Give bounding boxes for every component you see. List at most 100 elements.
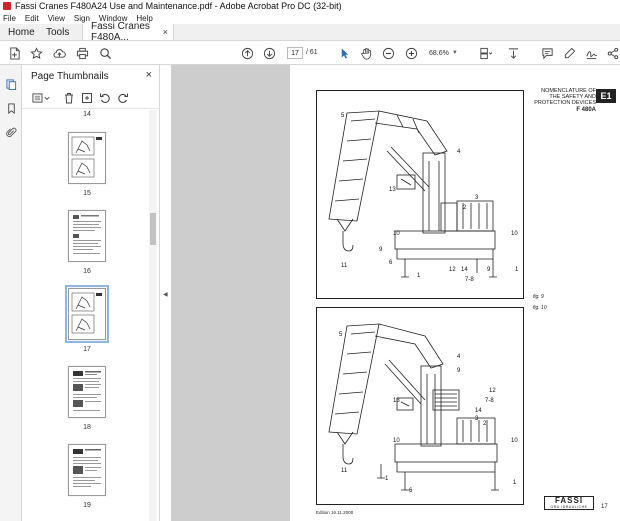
- callout-label: 4: [457, 149, 461, 155]
- highlight-pen-icon[interactable]: [562, 46, 576, 60]
- delete-trash-icon[interactable]: [62, 91, 76, 105]
- select-cursor-icon[interactable]: [337, 46, 351, 60]
- window-title: Fassi Cranes F480A24 Use and Maintenance…: [15, 1, 342, 11]
- callout-label: 14: [461, 267, 468, 273]
- rotate-left-icon[interactable]: [98, 91, 112, 105]
- thumbnail-label: 16: [83, 268, 91, 275]
- figure-caption: fig. 9: [533, 294, 544, 300]
- thumbnail-list: 14 15 16 17 18 19: [22, 110, 150, 521]
- sign-icon[interactable]: [584, 46, 598, 60]
- comment-icon[interactable]: [540, 46, 554, 60]
- page-thumbnails-icon[interactable]: [4, 77, 18, 91]
- callout-label: 13: [389, 187, 396, 193]
- menu-sign[interactable]: Sign: [74, 14, 90, 23]
- fassi-logo: FASSI GRU IDRAULICHE: [544, 496, 594, 510]
- callout-label: 11: [341, 263, 348, 269]
- scroll-mode-icon[interactable]: [506, 46, 520, 60]
- close-icon[interactable]: ×: [146, 69, 152, 81]
- callout-label: 12: [449, 267, 456, 273]
- cloud-upload-icon[interactable]: [52, 46, 66, 60]
- callout-label: 9: [487, 267, 491, 273]
- chevron-down-icon: ▼: [451, 50, 458, 56]
- callout-label: 3: [475, 416, 479, 422]
- callout-label: 1: [513, 480, 517, 486]
- thumbnail-page[interactable]: [68, 210, 106, 262]
- new-document-icon[interactable]: [7, 46, 21, 60]
- callout-label: 2: [483, 421, 487, 427]
- document-viewer[interactable]: NOMENCLATURE OF THE SAFETY AND PROTECTIO…: [172, 65, 620, 521]
- callout-label: 4: [457, 354, 461, 360]
- thumbnail-label: 14: [83, 111, 91, 118]
- thumbnail-page-selected[interactable]: [65, 285, 109, 343]
- collapse-panel-chevron-icon[interactable]: ◀: [163, 291, 168, 298]
- panel-title: Page Thumbnails: [31, 70, 109, 82]
- bookmark-star-icon[interactable]: [29, 46, 43, 60]
- search-icon[interactable]: [98, 46, 112, 60]
- page-display-icon[interactable]: [478, 46, 492, 60]
- zoom-level-select[interactable]: 68.6% ▼: [426, 47, 466, 59]
- extract-pages-icon[interactable]: [80, 91, 94, 105]
- callout-label: 9: [379, 247, 383, 253]
- page-number-input[interactable]: 17: [287, 47, 303, 59]
- zoom-in-icon[interactable]: [404, 46, 418, 60]
- thumbnail-label: 17: [83, 346, 91, 353]
- callout-label: 14: [475, 408, 482, 414]
- attachments-paperclip-icon[interactable]: [4, 125, 18, 139]
- thumbnail-page[interactable]: [68, 366, 106, 418]
- thumbnail-page[interactable]: [68, 132, 106, 184]
- callout-label: 6: [389, 260, 393, 266]
- print-icon[interactable]: [75, 46, 89, 60]
- crane-illustration-fig10: 5 4 9 13 12 7-8 14 3 2 10 10 11 1 6 1: [328, 323, 518, 494]
- share-icon[interactable]: [605, 46, 619, 60]
- crane-illustration-fig9: 5 4 13 3 2 10 10 9 6 11 1 12 14 7-8 9 1: [328, 110, 519, 283]
- tab-tools[interactable]: Tools: [38, 24, 82, 40]
- menu-edit[interactable]: Edit: [25, 14, 39, 23]
- zoom-level-value: 68.6%: [429, 49, 449, 57]
- previous-page-icon[interactable]: [240, 46, 254, 60]
- window-titlebar: Fassi Cranes F480A24 Use and Maintenance…: [0, 0, 620, 12]
- rotate-right-icon[interactable]: [116, 91, 130, 105]
- callout-label: 10: [511, 231, 518, 237]
- zoom-out-icon[interactable]: [381, 46, 395, 60]
- tab-close-icon[interactable]: ×: [163, 27, 168, 37]
- callout-label: 9: [457, 368, 461, 374]
- thumbnail-page[interactable]: [68, 444, 106, 496]
- section-number-box: E1: [596, 89, 616, 103]
- callout-label: 10: [393, 231, 400, 237]
- navigation-rail: [0, 65, 22, 521]
- thumbnail-label: 19: [83, 502, 91, 509]
- logo-subtitle: GRU IDRAULICHE: [550, 505, 588, 509]
- callout-label: 13: [393, 398, 400, 404]
- panel-splitter[interactable]: ◀: [160, 65, 172, 521]
- page-thumbnails-panel: Page Thumbnails × 14 15 16 17 18 19: [22, 65, 160, 521]
- thumbnail-label: 15: [83, 190, 91, 197]
- logo-brand: FASSI: [554, 496, 584, 505]
- main-toolbar: 17 / 61 68.6% ▼: [0, 41, 620, 65]
- callout-label: 11: [341, 468, 348, 474]
- page-number: 17: [601, 504, 608, 510]
- section-heading: NOMENCLATURE OF THE SAFETY AND PROTECTIO…: [520, 88, 596, 106]
- thumbnail-label: 18: [83, 424, 91, 431]
- page-total-label: / 61: [306, 49, 318, 56]
- tab-document[interactable]: Fassi Cranes F480A... ×: [82, 21, 174, 43]
- document-page: NOMENCLATURE OF THE SAFETY AND PROTECTIO…: [290, 65, 620, 521]
- callout-label: 5: [339, 332, 343, 338]
- callout-label: 7-8: [465, 277, 474, 283]
- menu-file[interactable]: File: [3, 14, 16, 23]
- tab-home[interactable]: Home: [0, 24, 38, 40]
- figure-9-box: 5 4 13 3 2 10 10 9 6 11 1 12 14 7-8 9 1: [316, 90, 524, 299]
- thumbnail-scrollbar[interactable]: [149, 110, 157, 521]
- callout-label: 6: [409, 488, 413, 494]
- callout-label: 5: [341, 113, 345, 119]
- callout-label: 12: [489, 388, 496, 394]
- scrollbar-thumb[interactable]: [150, 213, 156, 245]
- tab-document-label: Fassi Cranes F480A...: [91, 21, 150, 43]
- next-page-icon[interactable]: [262, 46, 276, 60]
- bookmarks-icon[interactable]: [4, 101, 18, 115]
- callout-label: 10: [511, 438, 518, 444]
- menu-view[interactable]: View: [48, 14, 65, 23]
- hand-tool-icon[interactable]: [359, 46, 373, 60]
- thumbnail-options-icon[interactable]: [31, 91, 53, 105]
- model-label: F 480A: [576, 107, 596, 113]
- callout-label: 1: [385, 476, 389, 482]
